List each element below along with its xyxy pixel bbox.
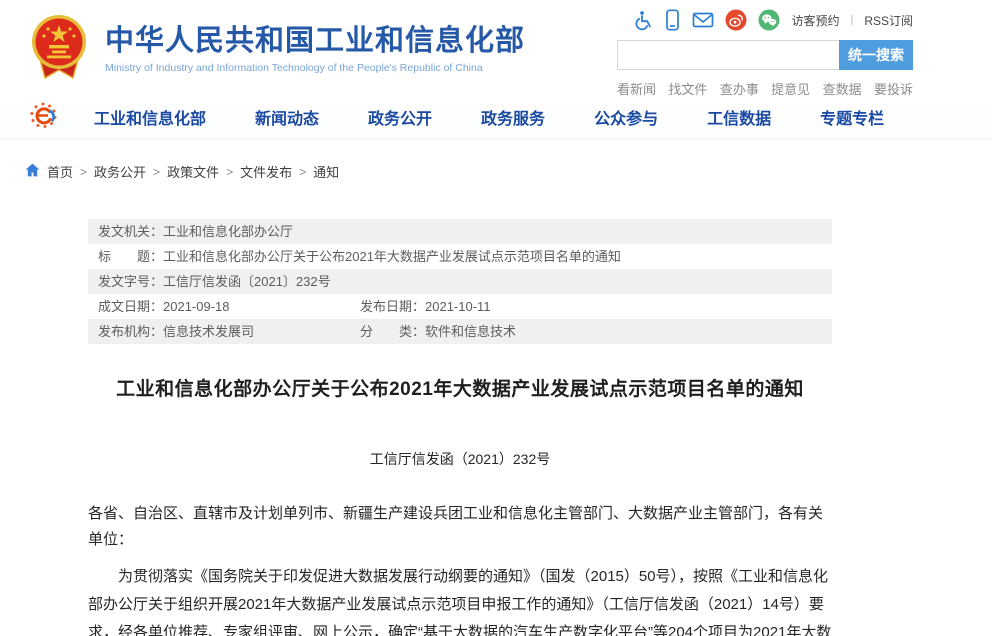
search-input[interactable] bbox=[617, 40, 839, 70]
breadcrumb-separator: > bbox=[153, 165, 160, 179]
document-meta-table: 发文机关：工业和信息化部办公厅 标 题：工业和信息化部办公厅关于公布2021年大… bbox=[88, 219, 832, 344]
meta-value: 软件和信息技术 bbox=[425, 324, 516, 339]
tools-row: 访客预约 | RSS订阅 bbox=[617, 8, 913, 32]
meta-value: 信息技术发展司 bbox=[163, 324, 254, 339]
quick-link-complaints[interactable]: 要投诉 bbox=[874, 79, 913, 98]
mobile-icon[interactable] bbox=[664, 9, 681, 31]
site-title: 中华人民共和国工业和信息化部 bbox=[105, 25, 525, 58]
breadcrumb: 首页 > 政务公开 > 政策文件 > 文件发布 > 通知 bbox=[25, 162, 992, 181]
quick-link-suggestions[interactable]: 提意见 bbox=[771, 79, 810, 98]
quick-links: 看新闻 找文件 查办事 提意见 查数据 要投诉 bbox=[617, 79, 913, 98]
meta-label: 标 题： bbox=[98, 249, 163, 264]
breadcrumb-gov-info[interactable]: 政务公开 bbox=[94, 162, 146, 181]
meta-value: 工业和信息化部办公厅关于公布2021年大数据产业发展试点示范项目名单的通知 bbox=[163, 249, 621, 264]
brand[interactable]: 中华人民共和国工业和信息化部 Ministry of Industry and … bbox=[25, 12, 525, 87]
nav-item-miit-data[interactable]: 工信数据 bbox=[707, 105, 771, 129]
brand-text: 中华人民共和国工业和信息化部 Ministry of Industry and … bbox=[105, 25, 525, 73]
meta-value: 2021-10-11 bbox=[425, 299, 491, 314]
document-number: 工信厅信发函（2021）232号 bbox=[88, 449, 832, 469]
search-button[interactable]: 统一搜索 bbox=[839, 40, 913, 70]
nav-item-special-topics[interactable]: 专题专栏 bbox=[820, 105, 884, 129]
breadcrumb-separator: > bbox=[80, 165, 87, 179]
rss-link[interactable]: RSS订阅 bbox=[864, 12, 913, 29]
search-bar: 统一搜索 bbox=[617, 40, 913, 70]
document-title: 工业和信息化部办公厅关于公布2021年大数据产业发展试点示范项目名单的通知 bbox=[88, 374, 832, 401]
nav-item-miit[interactable]: 工业和信息化部 bbox=[94, 105, 206, 129]
meta-value: 工信厅信发函〔2021〕232号 bbox=[163, 274, 331, 289]
site-subtitle: Ministry of Industry and Information Tec… bbox=[105, 62, 525, 74]
meta-label: 发文机关： bbox=[98, 224, 163, 239]
meta-value: 工业和信息化部办公厅 bbox=[163, 224, 293, 239]
meta-row-publisher-category: 发布机构：信息技术发展司分 类：软件和信息技术 bbox=[88, 319, 832, 344]
meta-col-publisher: 发布机构：信息技术发展司 bbox=[98, 319, 360, 344]
meta-label: 发布日期： bbox=[360, 299, 425, 314]
gov-e-icon bbox=[30, 102, 58, 132]
nav-item-gov-services[interactable]: 政务服务 bbox=[481, 105, 545, 129]
weibo-icon[interactable] bbox=[725, 9, 747, 31]
breadcrumb-document-release[interactable]: 文件发布 bbox=[240, 162, 292, 181]
meta-label: 分 类： bbox=[360, 324, 425, 339]
accessibility-icon[interactable] bbox=[633, 10, 653, 31]
visitor-appointment-link[interactable]: 访客预约 bbox=[791, 12, 839, 29]
page: 中华人民共和国工业和信息化部 Ministry of Industry and … bbox=[0, 0, 992, 636]
nav-item-gov-info[interactable]: 政务公开 bbox=[368, 105, 432, 129]
breadcrumb-separator: > bbox=[299, 165, 306, 179]
meta-value: 2021-09-18 bbox=[163, 299, 230, 314]
breadcrumb-policy-documents[interactable]: 政策文件 bbox=[167, 162, 219, 181]
nav-items: 工业和信息化部 新闻动态 政务公开 政务服务 公众参与 工信数据 专题专栏 bbox=[94, 105, 884, 129]
header-right: 访客预约 | RSS订阅 统一搜索 看新闻 找文件 查办事 提意见 查数据 要投… bbox=[617, 8, 913, 98]
national-emblem-logo bbox=[25, 12, 93, 87]
meta-col-publish-date: 发布日期：2021-10-11 bbox=[360, 299, 491, 314]
breadcrumb-separator: > bbox=[226, 165, 233, 179]
meta-row-dates: 成文日期：2021-09-18发布日期：2021-10-11 bbox=[88, 294, 832, 319]
meta-row-issuing-agency: 发文机关：工业和信息化部办公厅 bbox=[88, 219, 832, 244]
quick-link-documents[interactable]: 找文件 bbox=[668, 79, 707, 98]
body-paragraph: 为贯彻落实《国务院关于印发促进大数据发展行动纲要的通知》（国发（2015）50号… bbox=[88, 563, 832, 636]
meta-row-document-number: 发文字号：工信厅信发函〔2021〕232号 bbox=[88, 269, 832, 294]
tools-separator: | bbox=[850, 14, 853, 26]
meta-label: 发布机构： bbox=[98, 324, 163, 339]
site-header: 中华人民共和国工业和信息化部 Ministry of Industry and … bbox=[0, 0, 992, 95]
nav-item-news[interactable]: 新闻动态 bbox=[255, 105, 319, 129]
quick-link-news[interactable]: 看新闻 bbox=[617, 79, 656, 98]
salutation-paragraph: 各省、自治区、直辖市及计划单列市、新疆生产建设兵团工业和信息化主管部门、大数据产… bbox=[88, 501, 832, 553]
meta-col-category: 分 类：软件和信息技术 bbox=[360, 324, 516, 339]
meta-label: 发文字号： bbox=[98, 274, 163, 289]
meta-col-written-date: 成文日期：2021-09-18 bbox=[98, 294, 360, 319]
meta-row-title: 标 题：工业和信息化部办公厅关于公布2021年大数据产业发展试点示范项目名单的通… bbox=[88, 244, 832, 269]
document-content: 发文机关：工业和信息化部办公厅 标 题：工业和信息化部办公厅关于公布2021年大… bbox=[88, 219, 832, 636]
quick-link-data[interactable]: 查数据 bbox=[823, 79, 862, 98]
breadcrumb-home[interactable]: 首页 bbox=[47, 162, 73, 181]
home-icon[interactable] bbox=[25, 163, 40, 180]
meta-label: 成文日期： bbox=[98, 299, 163, 314]
nav-item-public-participation[interactable]: 公众参与 bbox=[594, 105, 658, 129]
main-nav: 工业和信息化部 新闻动态 政务公开 政务服务 公众参与 工信数据 专题专栏 bbox=[0, 95, 992, 140]
breadcrumb-notice[interactable]: 通知 bbox=[313, 162, 339, 181]
quick-link-services[interactable]: 查办事 bbox=[720, 79, 759, 98]
wechat-icon[interactable] bbox=[758, 9, 780, 31]
mail-icon[interactable] bbox=[692, 11, 714, 29]
